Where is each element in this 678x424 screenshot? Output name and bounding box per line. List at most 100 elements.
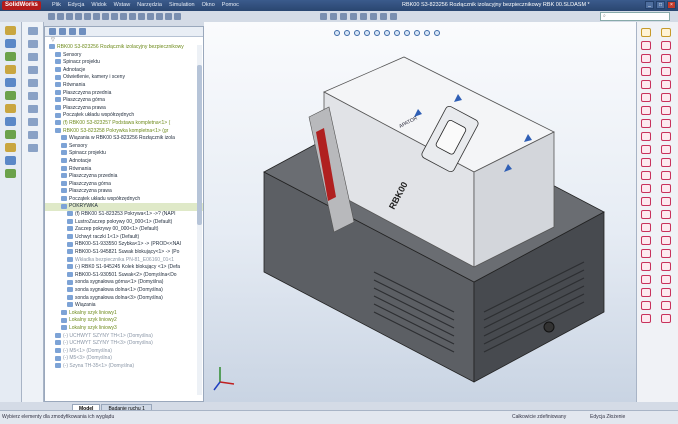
rapid-sketch-icon[interactable]	[661, 54, 671, 63]
solidworks-logo[interactable]: SolidWorks	[2, 1, 41, 10]
menu-item-file[interactable]: Plik	[52, 1, 61, 10]
tree-item[interactable]: Równania	[45, 166, 203, 174]
tree-item[interactable]: Sensory	[45, 52, 203, 60]
sketch-fillet-icon[interactable]	[661, 119, 671, 128]
tree-item[interactable]: (-) UCHWYT SZYNY TH<3> (Domyślna)	[45, 340, 203, 348]
tree-item[interactable]: RBK00-S1-945821 Suwak blokujący<1> -> (P…	[45, 249, 203, 257]
open-icon[interactable]	[57, 13, 64, 20]
save-icon[interactable]	[66, 13, 73, 20]
tab-configuration-icon[interactable]	[69, 28, 76, 35]
smart-fasteners-icon[interactable]	[165, 13, 172, 20]
spline-icon[interactable]	[360, 13, 367, 20]
jog-line-icon[interactable]	[661, 158, 671, 167]
tree-item[interactable]: Wkładka bezpiecznika PN-81_E06160_01<1	[45, 257, 203, 265]
tree-item[interactable]: RBK00 S3-823256 Rozłącznik izolacyjny be…	[45, 44, 203, 52]
tree-item[interactable]: (-) RBK0 S1-945245 Kolek blokujący <1> (…	[45, 264, 203, 272]
slot-tool-icon[interactable]	[641, 288, 651, 297]
fillet-icon[interactable]	[5, 104, 16, 113]
tree-item[interactable]: Początek układu współrzędnych	[45, 196, 203, 204]
polygon-tool-icon[interactable]	[641, 80, 651, 89]
tab-feature-manager-icon[interactable]	[49, 28, 56, 35]
tree-item[interactable]: Lokalny szyk liniowy2	[45, 317, 203, 325]
centerline-tool-icon[interactable]	[641, 249, 651, 258]
menu-item-help[interactable]: Pomoc	[222, 1, 239, 10]
circle-icon[interactable]	[340, 13, 347, 20]
plane-tool-icon[interactable]	[641, 275, 651, 284]
tree-item[interactable]: Sensory	[45, 143, 203, 151]
sketch-tool-icon[interactable]	[5, 39, 16, 48]
tree-item[interactable]: Lokalny szyk liniowy1	[45, 310, 203, 318]
exit-sketch-icon[interactable]	[661, 314, 671, 323]
rebuild-icon[interactable]	[102, 13, 109, 20]
menu-item-tools[interactable]: Narzędzia	[137, 1, 162, 10]
circle-tool-icon[interactable]	[641, 54, 651, 63]
rotate-entities-icon[interactable]	[661, 197, 671, 206]
partial-ellipse-icon[interactable]	[661, 106, 671, 115]
tree-item[interactable]: RBK00-S1-930501 Suwak<2> (Domyślna<Do	[45, 272, 203, 280]
perimeter-circle-icon[interactable]	[661, 93, 671, 102]
tree-item[interactable]: Początek układu współrzędnych	[45, 112, 203, 120]
scrollbar-thumb[interactable]	[197, 65, 202, 225]
tree-item[interactable]: Równania	[45, 82, 203, 90]
tree-item[interactable]: (-) M5<3> (Domyślna)	[45, 355, 203, 363]
scale-entities-icon[interactable]	[661, 184, 671, 193]
property-manager-icon[interactable]	[28, 40, 38, 48]
search-input[interactable]: ⌕	[600, 12, 670, 21]
tangent-arc-icon[interactable]	[661, 67, 671, 76]
rib-icon[interactable]	[5, 143, 16, 152]
tree-item[interactable]: Zaczep pokrywy 00_000<1> (Default)	[45, 226, 203, 234]
tree-item[interactable]: Oświetlenie, kamery i sceny	[45, 74, 203, 82]
rotate-component-icon[interactable]	[147, 13, 154, 20]
tree-filter-icon[interactable]: ▽	[45, 37, 203, 44]
tree-item[interactable]: Wiązania w RBK00 S3-823256 Rozłącznik iz…	[45, 135, 203, 143]
tree-item[interactable]: (-) UCHWYT SZYNY TH<1> (Domyślna)	[45, 333, 203, 341]
tree-scrollbar[interactable]	[197, 45, 202, 395]
tree-item[interactable]: Płaszczyzna przednia	[45, 90, 203, 98]
tree-item[interactable]: Płaszczyzna prawa	[45, 188, 203, 196]
mate-icon[interactable]	[129, 13, 136, 20]
tree-item[interactable]: POKRYWKA	[45, 203, 203, 212]
shell-icon[interactable]	[5, 130, 16, 139]
loft-icon[interactable]	[5, 91, 16, 100]
measure-icon[interactable]	[28, 131, 38, 139]
dimension-icon[interactable]	[380, 13, 387, 20]
sketch-picture-icon[interactable]	[661, 249, 671, 258]
hole-icon[interactable]	[5, 169, 16, 178]
check-sketch-icon[interactable]	[661, 275, 671, 284]
chamfer-tool-icon[interactable]	[641, 132, 651, 141]
tab-property-manager-icon[interactable]	[59, 28, 66, 35]
menu-item-simulation[interactable]: Simulation	[169, 1, 195, 10]
menu-item-insert[interactable]: Wstaw	[114, 1, 131, 10]
circular-pattern-icon[interactable]	[661, 236, 671, 245]
close-button[interactable]: ×	[667, 1, 676, 9]
tree-item[interactable]: Lokalny szyk liniowy3	[45, 325, 203, 333]
section-view-icon[interactable]	[28, 118, 38, 126]
sketch-icon[interactable]	[320, 13, 327, 20]
text-tool-icon[interactable]	[641, 262, 651, 271]
pattern-tool-icon[interactable]	[641, 223, 651, 232]
tree-item[interactable]: sonda sygnałowa dolna<3> (Domyślna)	[45, 295, 203, 303]
tree-item[interactable]: Uchwyt raczki 1<1> (Default)	[45, 234, 203, 242]
tree-item[interactable]: sonda sygnałowa górna<1> (Domyślna)	[45, 279, 203, 287]
split-entities-icon[interactable]	[661, 145, 671, 154]
features-icon[interactable]	[5, 26, 16, 35]
tree-item[interactable]: RBK00-S1-933550 Szybka<1> -> (PROD<<NAI	[45, 241, 203, 249]
tree-item[interactable]: (-) Szyna TH-35<1> (Domyślna)	[45, 363, 203, 371]
feature-manager-icon[interactable]	[28, 27, 38, 35]
select-icon[interactable]	[93, 13, 100, 20]
tree-item[interactable]: Adnotacje	[45, 158, 203, 166]
tab-display-icon[interactable]	[79, 28, 86, 35]
minimize-button[interactable]: _	[645, 1, 654, 9]
undo-icon[interactable]	[84, 13, 91, 20]
tree-item[interactable]: Wiązania	[45, 302, 203, 310]
tree-item[interactable]: Spinacz projektu	[45, 150, 203, 158]
tree-item[interactable]: sonda sygnałowa dolna<1> (Domyślna)	[45, 287, 203, 295]
tree-item[interactable]: RBK00 S3-823258 Pokrywka kompletna<1> (g…	[45, 128, 203, 136]
extrude-icon[interactable]	[5, 52, 16, 61]
copy-entities-icon[interactable]	[661, 210, 671, 219]
pattern-icon[interactable]	[156, 13, 163, 20]
revolve-icon[interactable]	[5, 65, 16, 74]
display-relations-icon[interactable]	[641, 314, 651, 323]
three-point-arc-icon[interactable]	[661, 80, 671, 89]
tree-item[interactable]: Adnotacje	[45, 67, 203, 75]
